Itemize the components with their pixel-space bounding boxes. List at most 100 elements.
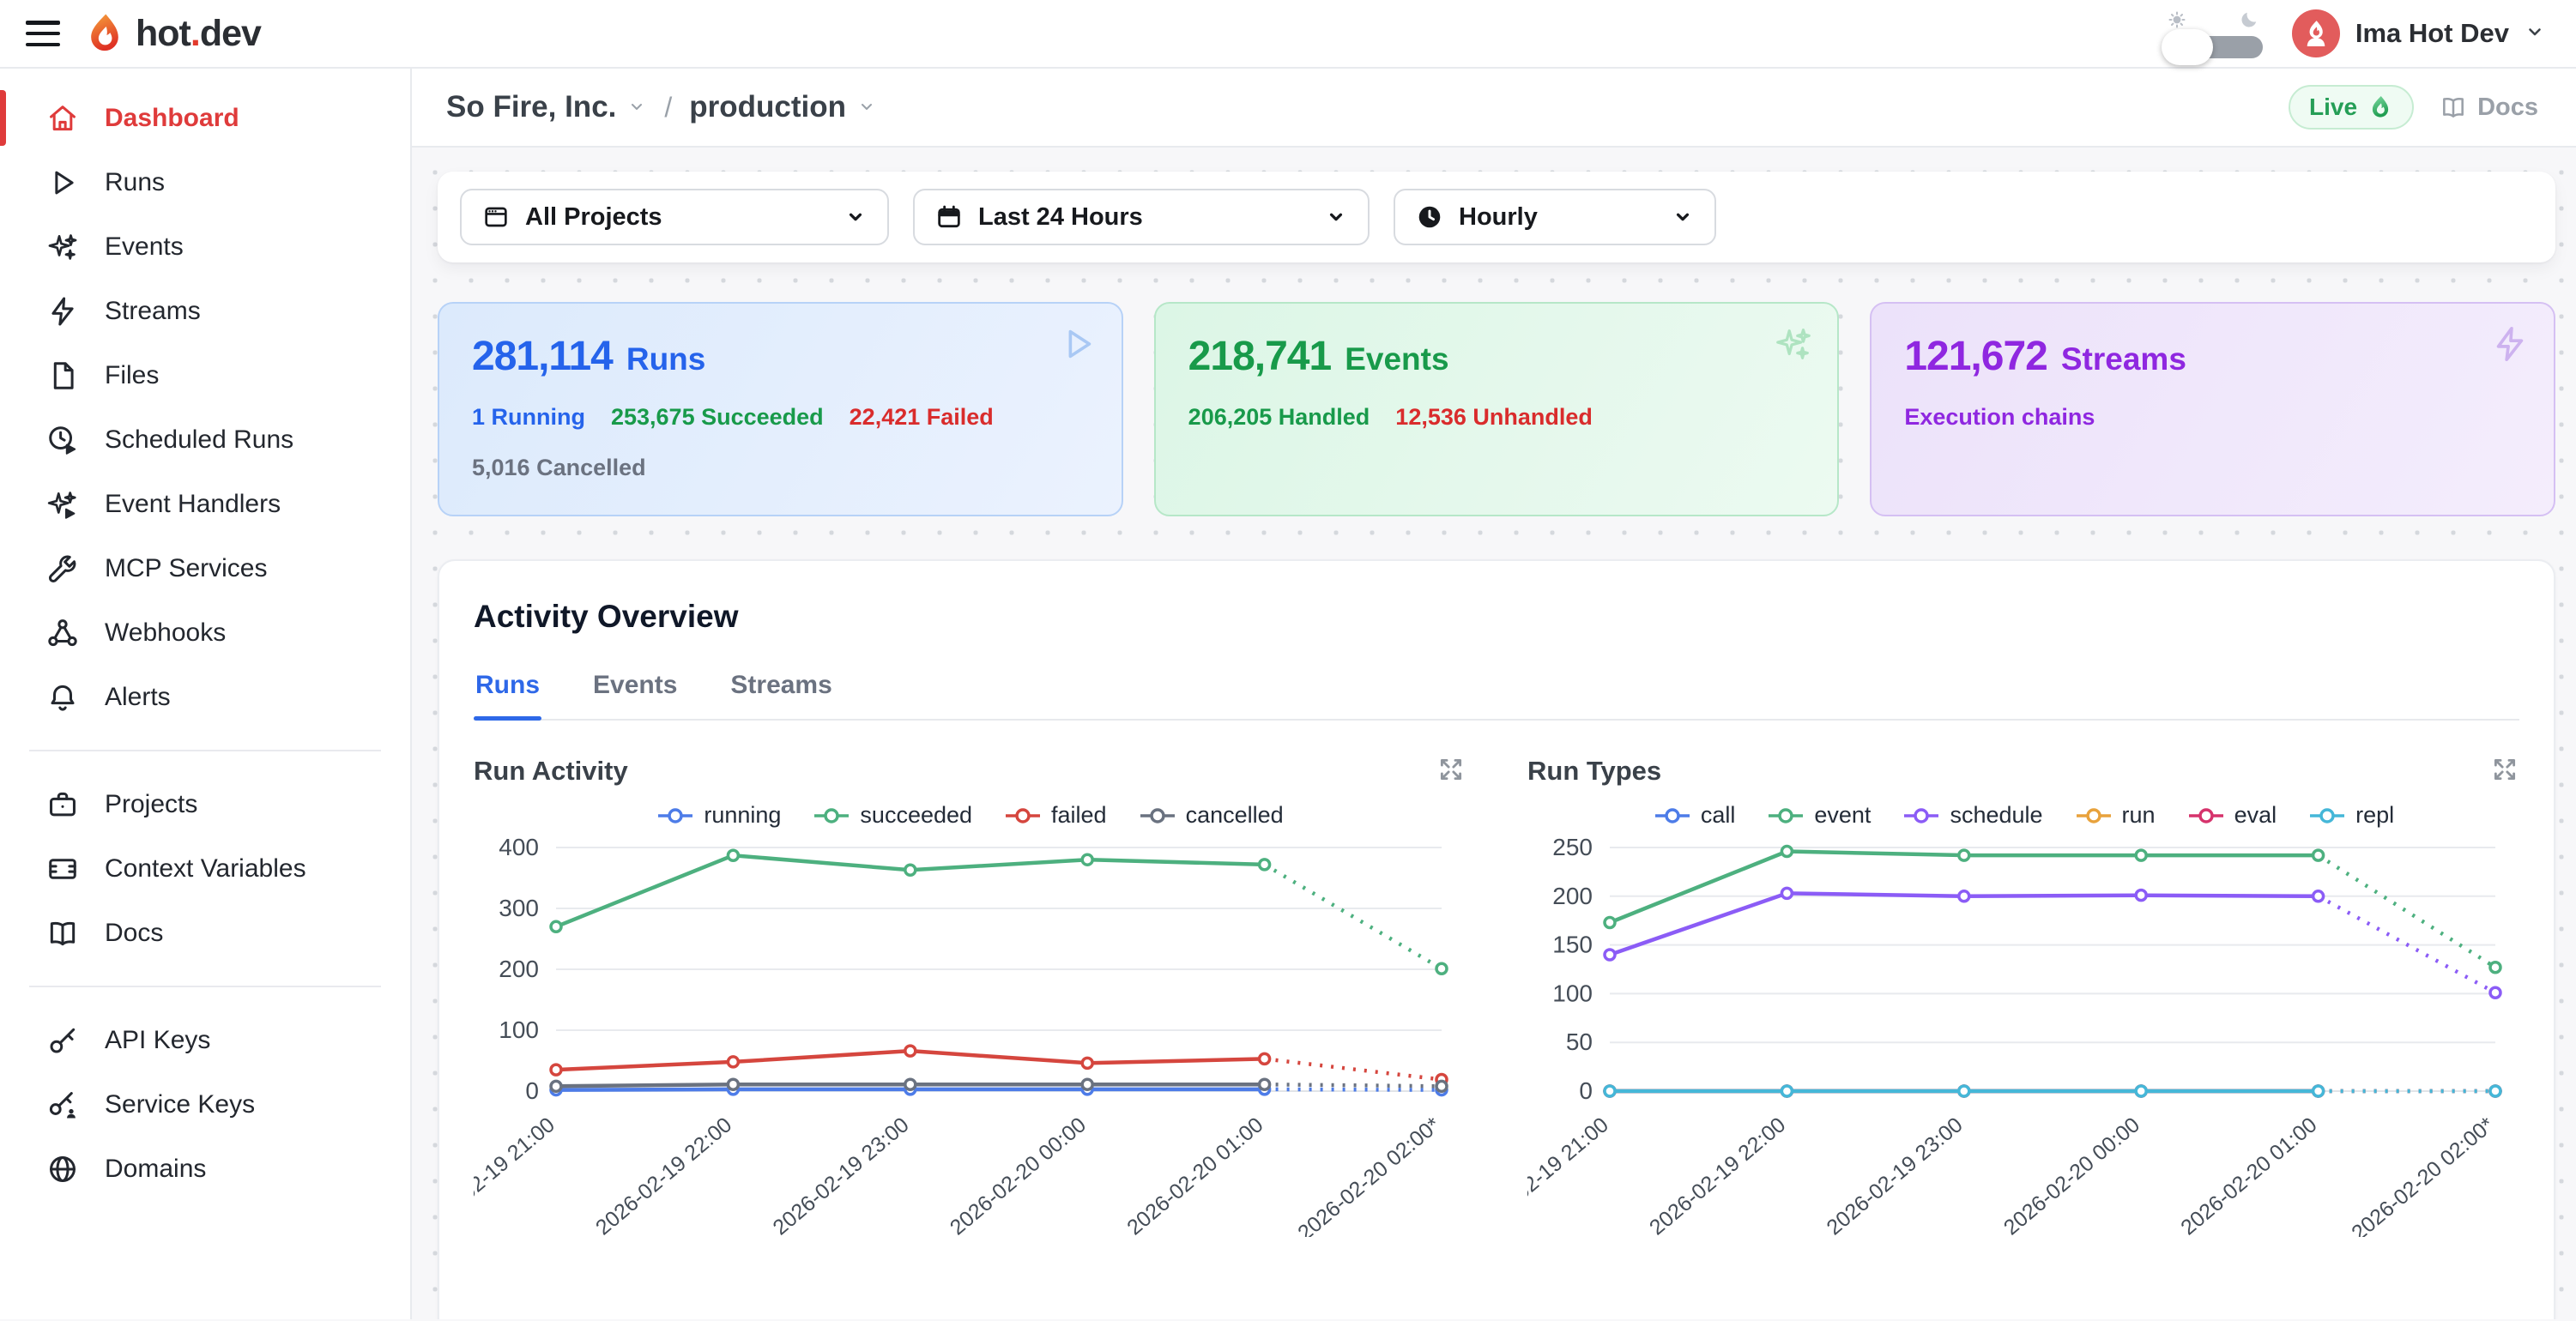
sidebar-item-api-keys[interactable]: API Keys <box>0 1008 410 1072</box>
docs-link[interactable]: Docs <box>2440 93 2538 122</box>
filter-panel: All Projects Last 24 Hours Hourly <box>438 172 2555 262</box>
breadcrumb-separator: / <box>664 92 672 124</box>
stat-value: 218,741 <box>1188 333 1332 380</box>
stat-unit: Streams <box>2061 341 2186 377</box>
stat-card-events[interactable]: 218,741Events206,205 Handled12,536 Unhan… <box>1154 302 1840 516</box>
stat-detail-row: Execution chains <box>1904 404 2521 431</box>
sidebar-item-events[interactable]: Events <box>0 214 410 279</box>
svg-text:2026-02-20 00:00: 2026-02-20 00:00 <box>946 1113 1091 1237</box>
legend-label: schedule <box>1950 802 2042 829</box>
run-activity-chart: 01002003004002026-02-19 21:002026-02-19 … <box>474 834 1466 1237</box>
sidebar: DashboardRuns Events Streams Files Scheduled… <box>0 69 412 1319</box>
env-selector[interactable]: production <box>689 90 877 124</box>
expand-icon[interactable] <box>2490 755 2519 787</box>
legend-marker-icon <box>812 807 851 824</box>
stat-headline: 281,114Runs <box>472 333 1089 380</box>
sidebar-item-alerts[interactable]: Alerts <box>0 665 410 729</box>
sidebar-item-label: Files <box>105 361 159 390</box>
menu-button[interactable] <box>26 21 60 46</box>
sidebar-item-webhooks[interactable]: Webhooks <box>0 600 410 665</box>
sidebar-item-projects[interactable]: Projects <box>0 772 410 836</box>
legend-label: succeeded <box>860 802 972 829</box>
sidebar-item-label: Service Keys <box>105 1090 255 1119</box>
sidebar-item-event-handlers[interactable]: Event Handlers <box>0 472 410 536</box>
legend-item-succeeded[interactable]: succeeded <box>812 802 972 829</box>
filter-label: Hourly <box>1459 203 1538 232</box>
expand-icon[interactable] <box>1436 755 1466 787</box>
cards-icon <box>46 853 79 885</box>
legend-label: call <box>1701 802 1736 829</box>
sidebar-item-streams[interactable]: Streams <box>0 279 410 343</box>
theme-toggle-thumb[interactable] <box>2162 29 2213 65</box>
svg-text:400: 400 <box>499 834 539 860</box>
svg-text:100: 100 <box>499 1016 539 1043</box>
dashboard-content: All Projects Last 24 Hours Hourly 281,114R… <box>412 148 2576 1319</box>
svg-text:50: 50 <box>1566 1028 1593 1055</box>
legend-item-eval[interactable]: eval <box>2186 802 2277 829</box>
svg-text:2026-02-20 00:00: 2026-02-20 00:00 <box>1999 1113 2144 1237</box>
chart-legend: call event schedule run eval repl <box>1527 802 2519 829</box>
sidebar-item-scheduled-runs[interactable]: Scheduled Runs <box>0 407 410 472</box>
svg-text:2026-02-19 22:00: 2026-02-19 22:00 <box>1645 1113 1790 1237</box>
bell-icon <box>46 681 79 714</box>
clock-play-icon <box>46 424 79 456</box>
sidebar-item-docs[interactable]: Docs <box>0 901 410 965</box>
tab-events[interactable]: Events <box>591 671 679 719</box>
svg-text:100: 100 <box>1552 980 1593 1006</box>
stat-card-streams[interactable]: 121,672 Streams Execution chains <box>1870 302 2555 516</box>
legend-label: event <box>1814 802 1871 829</box>
tab-runs[interactable]: Runs <box>474 671 541 719</box>
stat-detail: 5,016 Cancelled <box>472 455 646 481</box>
svg-text:2026-02-19 23:00: 2026-02-19 23:00 <box>768 1113 913 1237</box>
legend-item-event[interactable]: event <box>1766 802 1871 829</box>
stat-unit: Runs <box>626 341 706 377</box>
theme-toggle-track[interactable] <box>2163 36 2263 58</box>
filter-hourly[interactable]: Hourly <box>1394 189 1716 245</box>
legend-item-running[interactable]: running <box>656 802 781 829</box>
legend-item-run[interactable]: run <box>2074 802 2156 829</box>
sidebar-item-domains[interactable]: Domains <box>0 1137 410 1201</box>
sidebar-item-files[interactable]: Files <box>0 343 410 407</box>
sparkles-icon <box>1774 324 1813 368</box>
filter-last-24-hours[interactable]: Last 24 Hours <box>913 189 1370 245</box>
legend-item-call[interactable]: call <box>1653 802 1736 829</box>
tab-streams[interactable]: Streams <box>729 671 833 719</box>
file-icon <box>46 359 79 392</box>
chart-legend: running succeeded failed cancelled <box>474 802 1466 829</box>
legend-label: run <box>2122 802 2156 829</box>
live-badge[interactable]: Live <box>2289 85 2414 130</box>
legend-marker-icon <box>1766 807 1805 824</box>
stat-card-runs[interactable]: 281,114Runs1 Running253,675 Succeeded22,… <box>438 302 1123 516</box>
svg-text:2026-02-19 21:00: 2026-02-19 21:00 <box>1527 1113 1613 1237</box>
legend-item-repl[interactable]: repl <box>2307 802 2394 829</box>
stat-detail: 206,205 Handled <box>1188 404 1370 431</box>
breadcrumb-bar: So Fire, Inc. / production Live Docs <box>412 69 2576 148</box>
legend-marker-icon <box>1003 807 1043 824</box>
legend-item-cancelled[interactable]: cancelled <box>1138 802 1284 829</box>
filter-all-projects[interactable]: All Projects <box>460 189 889 245</box>
legend-item-failed[interactable]: failed <box>1003 802 1107 829</box>
sidebar-item-runs[interactable]: Runs <box>0 150 410 214</box>
legend-item-schedule[interactable]: schedule <box>1902 802 2042 829</box>
home-icon <box>46 102 79 135</box>
flame-icon <box>2367 94 2393 120</box>
org-selector[interactable]: So Fire, Inc. <box>446 90 647 124</box>
breadcrumb: So Fire, Inc. / production <box>446 90 877 124</box>
svg-text:2026-02-19 22:00: 2026-02-19 22:00 <box>591 1113 736 1237</box>
sidebar-item-label: Alerts <box>105 683 171 712</box>
sidebar-item-service-keys[interactable]: Service Keys <box>0 1072 410 1137</box>
sidebar-item-dashboard[interactable]: Dashboard <box>0 86 410 150</box>
chart-title: Run Activity <box>474 756 628 787</box>
sidebar-item-label: API Keys <box>105 1026 210 1055</box>
user-menu[interactable]: Ima Hot Dev <box>2292 9 2545 57</box>
sidebar-item-context-variables[interactable]: Context Variables <box>0 836 410 901</box>
stat-value: 121,672 <box>1904 333 2047 380</box>
brand-logo[interactable]: hot.dev <box>82 11 261 56</box>
calendar-icon <box>935 203 963 231</box>
stat-headline: 121,672 Streams <box>1904 333 2521 380</box>
run-activity-chart-panel: Run Activity running succeeded failed cance… <box>474 755 1466 1237</box>
sidebar-item-mcp-services[interactable]: MCP Services <box>0 536 410 600</box>
sidebar-item-label: Events <box>105 232 184 262</box>
window-icon <box>482 203 510 231</box>
theme-toggle[interactable] <box>2163 9 2263 58</box>
